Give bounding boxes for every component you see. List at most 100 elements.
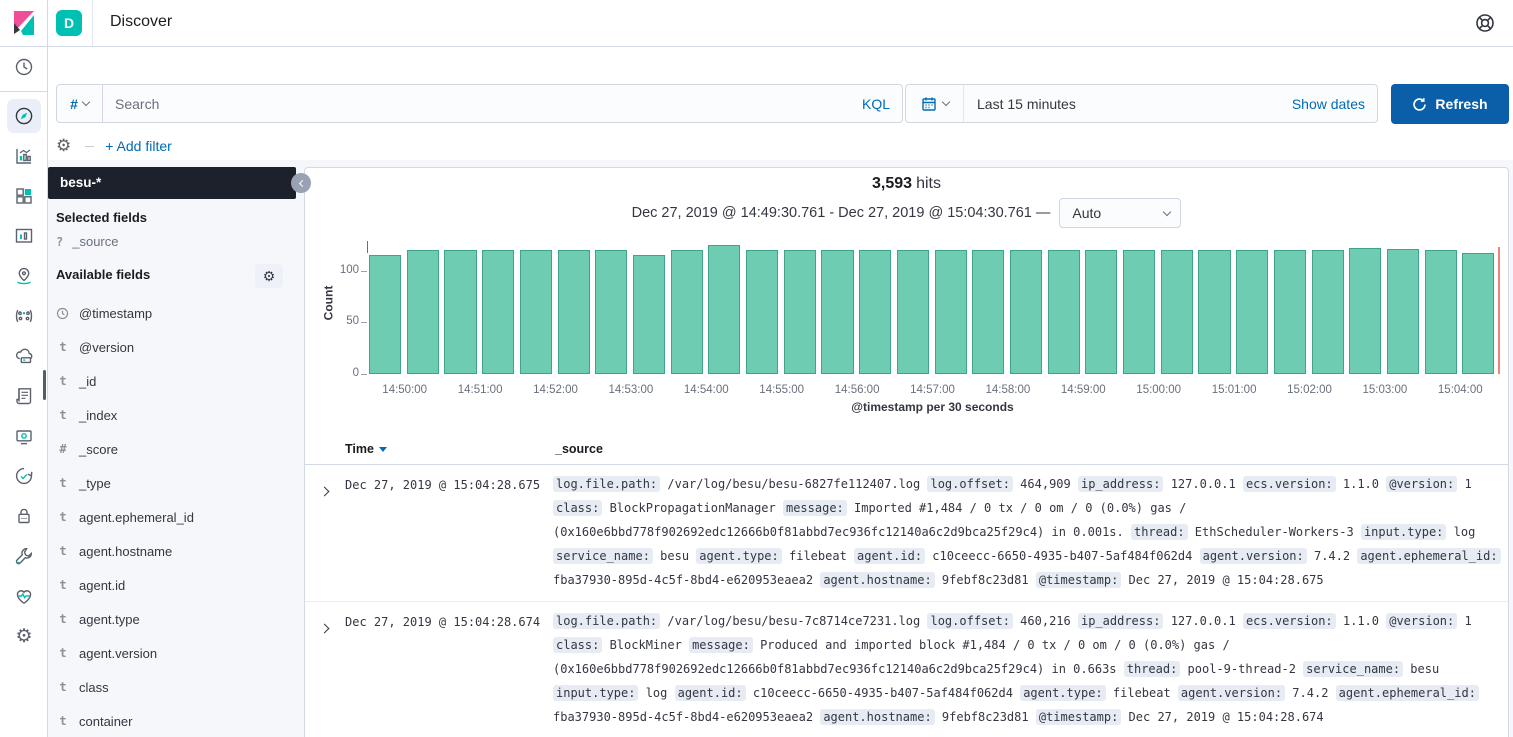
query-language-filter-button[interactable]: #: [57, 85, 103, 122]
field-value: Dec 27, 2019 @ 15:04:28.675: [1121, 573, 1323, 587]
histogram-bar[interactable]: [595, 250, 627, 374]
histogram-bar[interactable]: [935, 250, 967, 374]
histogram-bar[interactable]: [482, 250, 514, 374]
nav-rail-scrollbar-thumb[interactable]: [43, 370, 46, 400]
collapse-sidebar-button[interactable]: [291, 173, 311, 193]
calendar-icon: [921, 96, 937, 112]
nav-item-machine-learning[interactable]: [0, 296, 48, 336]
histogram-bar[interactable]: [1198, 250, 1230, 374]
histogram-bar[interactable]: [1010, 250, 1042, 374]
histogram-bar[interactable]: [1425, 250, 1457, 374]
field-item-agent.id[interactable]: tagent.id: [56, 568, 296, 602]
field-value: /var/log/besu/besu-7c8714ce7231.log: [660, 614, 927, 628]
nav-item-metrics[interactable]: [0, 416, 48, 456]
histogram-bar[interactable]: [369, 255, 401, 374]
histogram-bar[interactable]: [1236, 250, 1268, 374]
nav-item-logs[interactable]: [0, 376, 48, 416]
histogram-bar[interactable]: [671, 250, 703, 374]
histogram-bar[interactable]: [708, 245, 740, 374]
time-picker: Last 15 minutes Show dates: [905, 84, 1378, 123]
histogram-bar[interactable]: [859, 250, 891, 374]
histogram-bar[interactable]: [1312, 250, 1344, 374]
nav-item-recently-viewed[interactable]: [0, 47, 48, 87]
histogram-bar[interactable]: [1462, 253, 1494, 374]
nav-item-stack-monitoring[interactable]: [0, 576, 48, 616]
nav-item-visualize[interactable]: [0, 136, 48, 176]
x-axis-tick-label: 15:02:00: [1275, 384, 1345, 396]
expand-row-chevron-icon[interactable]: [321, 482, 333, 494]
field-settings-gear-icon[interactable]: ⚙: [255, 264, 283, 288]
table-row[interactable]: Dec 27, 2019 @ 15:04:28.675 log.file.path…: [305, 465, 1508, 602]
field-name: class: [79, 680, 109, 695]
field-value: 9febf8c23d81: [935, 573, 1036, 587]
histogram-bar[interactable]: [1085, 250, 1117, 374]
histogram-bar[interactable]: [972, 250, 1004, 374]
nav-item-apm[interactable]: [0, 336, 48, 376]
field-item-agent.ephemeral_id[interactable]: tagent.ephemeral_id: [56, 500, 296, 534]
field-item-_source[interactable]: ? _source: [56, 234, 118, 249]
time-range-value[interactable]: Last 15 minutes: [964, 96, 1292, 112]
field-item-_index[interactable]: t_index: [56, 398, 296, 432]
histogram-bar[interactable]: [1349, 248, 1381, 374]
histogram-bar[interactable]: [784, 250, 816, 374]
field-name-pill: thread:: [1131, 524, 1188, 540]
histogram-bar[interactable]: [821, 250, 853, 374]
nav-item-canvas[interactable]: [0, 216, 48, 256]
field-item-@timestamp[interactable]: @timestamp: [56, 296, 296, 330]
kql-button[interactable]: KQL: [862, 96, 902, 112]
search-input[interactable]: Search: [103, 96, 862, 112]
field-name-pill: log.file.path:: [553, 476, 660, 492]
refresh-button[interactable]: Refresh: [1391, 84, 1509, 124]
field-value: besu: [1403, 662, 1439, 676]
field-item-agent.hostname[interactable]: tagent.hostname: [56, 534, 296, 568]
nav-item-discover[interactable]: [0, 96, 48, 136]
histogram-bar[interactable]: [558, 250, 590, 374]
field-item-agent.type[interactable]: tagent.type: [56, 602, 296, 636]
histogram-bar[interactable]: [633, 255, 665, 374]
histogram-plot[interactable]: [367, 241, 1498, 374]
histogram-bar[interactable]: [1161, 250, 1193, 374]
field-name-pill: log.file.path:: [553, 613, 660, 629]
histogram-bar[interactable]: [520, 250, 552, 374]
nav-item-uptime[interactable]: [0, 456, 48, 496]
histogram-bar[interactable]: [1274, 250, 1306, 374]
x-axis-tick-label: 14:53:00: [596, 384, 666, 396]
field-item-class[interactable]: tclass: [56, 670, 296, 704]
histogram-bar[interactable]: [897, 250, 929, 374]
help-icon[interactable]: [1473, 11, 1497, 35]
nav-item-dashboard[interactable]: [0, 176, 48, 216]
kibana-logo[interactable]: [0, 0, 47, 47]
calendar-button[interactable]: [906, 85, 964, 122]
clock-icon: [7, 50, 41, 84]
nav-item-maps[interactable]: [0, 256, 48, 296]
histogram-bar[interactable]: [1387, 249, 1419, 374]
show-dates-button[interactable]: Show dates: [1292, 96, 1377, 112]
histogram-bar[interactable]: [1123, 250, 1155, 374]
field-item-_score[interactable]: #_score: [56, 432, 296, 466]
field-item-_type[interactable]: t_type: [56, 466, 296, 500]
add-filter-button[interactable]: + Add filter: [105, 138, 172, 154]
histogram-bar[interactable]: [746, 250, 778, 374]
nav-item-dev-tools[interactable]: [0, 536, 48, 576]
nav-item-siem[interactable]: [0, 496, 48, 536]
index-pattern-selector[interactable]: besu-*: [48, 167, 296, 199]
histogram-bar[interactable]: [407, 250, 439, 374]
expand-row-chevron-icon[interactable]: [321, 619, 333, 631]
interval-select[interactable]: Auto: [1059, 198, 1181, 228]
field-name-pill: @timestamp:: [1036, 572, 1121, 588]
field-item-container[interactable]: tcontainer: [56, 704, 296, 737]
table-row[interactable]: Dec 27, 2019 @ 15:04:28.674log.file.path…: [305, 602, 1508, 737]
field-name-pill: agent.version:: [1200, 548, 1307, 564]
field-item-agent.version[interactable]: tagent.version: [56, 636, 296, 670]
field-item-@version[interactable]: t@version: [56, 330, 296, 364]
column-header-time[interactable]: Time: [345, 442, 387, 456]
field-name-pill: thread:: [1124, 661, 1181, 677]
field-value: fba37930-895d-4c5f-8bd4-e620953eaea2: [553, 573, 820, 587]
results-table-body: Dec 27, 2019 @ 15:04:28.675 log.file.path…: [305, 465, 1508, 737]
nav-item-management[interactable]: ⚙: [0, 616, 48, 656]
field-item-_id[interactable]: t_id: [56, 364, 296, 398]
histogram-bar[interactable]: [1048, 250, 1080, 374]
histogram-bar[interactable]: [444, 250, 476, 374]
filter-settings-gear-icon[interactable]: ⚙: [56, 136, 71, 156]
field-name-pill: agent.id:: [675, 685, 746, 701]
